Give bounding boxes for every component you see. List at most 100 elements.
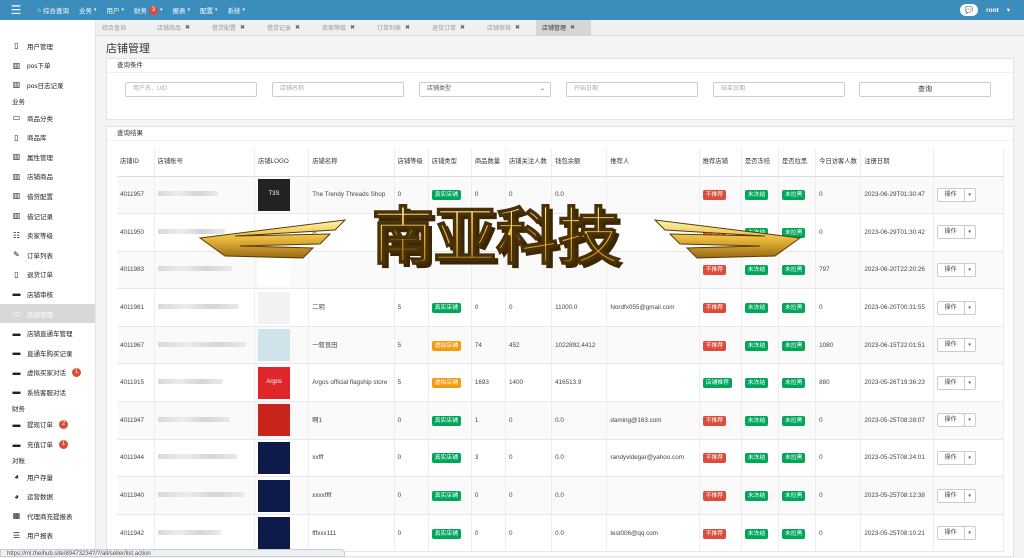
tab-0[interactable]: 综合查询 xyxy=(96,20,151,36)
sidebar-item-0[interactable]: ▯ 用户管理 xyxy=(0,36,95,56)
sidebar-item-21[interactable]: ▬ 充值订单 1 xyxy=(0,434,95,454)
recommend-badge[interactable]: 不推荐 xyxy=(702,265,727,276)
top-menu-item-6[interactable]: 系统 ▾ xyxy=(223,5,251,15)
sidebar-item-26[interactable]: ☰ 用户报表 xyxy=(0,526,95,546)
sidebar-item-17[interactable]: ▬ 虚拟买家对话 1 xyxy=(0,363,95,383)
caret-down-icon[interactable]: ▾ xyxy=(964,375,976,390)
caret-down-icon[interactable]: ▾ xyxy=(964,187,976,202)
search-button[interactable]: 查询 xyxy=(859,82,991,97)
tab-3[interactable]: 借贷记录 ✖ xyxy=(261,20,316,36)
caret-down-icon[interactable]: ▾ xyxy=(964,262,976,277)
recommend-badge[interactable]: 不推荐 xyxy=(702,190,727,201)
caret-down-icon[interactable]: ▾ xyxy=(964,488,976,503)
top-menu-item-4[interactable]: 报表 ▾ xyxy=(167,5,195,15)
recommend-badge[interactable]: 不推荐 xyxy=(702,453,727,464)
operation-button[interactable]: 操作 xyxy=(936,262,965,277)
frozen-badge[interactable]: 未冻结 xyxy=(744,415,769,426)
frozen-badge[interactable]: 未冻结 xyxy=(744,340,769,351)
top-menu-item-3[interactable]: 财务 3 ▾ xyxy=(129,5,168,15)
tab-2[interactable]: 借贷配置 ✖ xyxy=(206,20,261,36)
sidebar-item-5[interactable]: ▯ 商品库 xyxy=(0,127,95,147)
chat-icon[interactable]: 💬 xyxy=(960,4,979,16)
sidebar-item-20[interactable]: ▬ 提现订单 2 xyxy=(0,415,95,435)
close-icon[interactable]: ✖ xyxy=(515,24,520,31)
sidebar-item-9[interactable]: ▥ 借记记录 xyxy=(0,206,95,226)
caret-down-icon[interactable]: ▾ xyxy=(964,450,976,465)
frozen-badge[interactable]: 未冻结 xyxy=(744,227,769,238)
sidebar-item-15[interactable]: ▬ 店铺直通车管理 xyxy=(0,323,95,343)
sidebar-item-23[interactable]: ◕ 用户存量 xyxy=(0,467,95,487)
operation-button[interactable]: 操作 xyxy=(936,338,965,353)
sidebar-item-1[interactable]: ▥ pos下单 xyxy=(0,56,95,76)
top-menu-item-2[interactable]: 用户 ▾ xyxy=(101,5,129,15)
sidebar-item-12[interactable]: ▯ 退货订单 xyxy=(0,265,95,285)
end-date-input[interactable]: 结束日期 xyxy=(713,82,845,97)
frozen-badge[interactable]: 未冻结 xyxy=(744,190,769,201)
operation-button[interactable]: 操作 xyxy=(936,375,965,390)
tab-7[interactable]: 店铺审核 ✖ xyxy=(481,20,536,36)
sidebar-item-4[interactable]: ▭ 商品分类 xyxy=(0,108,95,128)
frozen-badge[interactable]: 未冻结 xyxy=(744,265,769,276)
tab-4[interactable]: 卖家等级 ✖ xyxy=(316,20,371,36)
recommend-badge[interactable]: 不推荐 xyxy=(702,491,727,502)
shop-type-select[interactable]: 店铺类型 ⌄ xyxy=(419,82,551,97)
operation-button[interactable]: 操作 xyxy=(936,187,965,202)
shop-name-input[interactable]: 店铺名称 xyxy=(272,82,404,97)
caret-down-icon[interactable]: ▾ xyxy=(964,300,976,315)
frozen-badge[interactable]: 未冻结 xyxy=(744,303,769,314)
close-icon[interactable]: ✖ xyxy=(185,24,190,31)
operation-button[interactable]: 操作 xyxy=(936,450,965,465)
sidebar-item-18[interactable]: ▬ 系统客服对话 xyxy=(0,382,95,402)
close-icon[interactable]: ✖ xyxy=(240,24,245,31)
sidebar-item-10[interactable]: ☷ 卖家等级 xyxy=(0,225,95,245)
sidebar-item-8[interactable]: ▥ 借贷配置 xyxy=(0,186,95,206)
top-menu-item-0[interactable]: ⌂ 综合查询 xyxy=(32,5,74,16)
close-icon[interactable]: ✖ xyxy=(405,24,410,31)
blacklist-badge[interactable]: 未拉黑 xyxy=(782,340,806,351)
top-menu-item-1[interactable]: 业务 ▾ xyxy=(74,5,102,15)
operation-button[interactable]: 操作 xyxy=(936,413,965,428)
caret-down-icon[interactable]: ▾ xyxy=(964,413,976,428)
operation-button[interactable]: 操作 xyxy=(936,488,965,503)
refresh-icon[interactable]: ↻ xyxy=(1013,3,1020,12)
sidebar-item-13[interactable]: ▬ 店铺审核 xyxy=(0,284,95,304)
user-caret-icon[interactable]: ▾ xyxy=(1007,6,1010,14)
tab-1[interactable]: 店铺商品 ✖ xyxy=(151,20,206,36)
frozen-badge[interactable]: 未冻结 xyxy=(744,491,769,502)
operation-button[interactable]: 操作 xyxy=(936,526,965,541)
blacklist-badge[interactable]: 未拉黑 xyxy=(782,378,806,389)
recommend-badge[interactable]: 不推荐 xyxy=(702,303,727,314)
frozen-badge[interactable]: 未冻结 xyxy=(744,378,769,389)
sidebar-item-16[interactable]: ▬ 直通车购买记录 xyxy=(0,343,95,363)
blacklist-badge[interactable]: 未拉黑 xyxy=(782,227,806,238)
username-input[interactable]: 用户名、UID xyxy=(125,82,257,97)
tab-8[interactable]: 店铺管理 ✖ xyxy=(536,19,591,36)
close-icon[interactable]: ✖ xyxy=(295,24,300,31)
blacklist-badge[interactable]: 未拉黑 xyxy=(782,303,806,314)
recommend-badge[interactable]: 不推荐 xyxy=(702,528,727,539)
close-icon[interactable]: ✖ xyxy=(350,24,355,31)
recommend-badge[interactable]: 不推荐 xyxy=(702,227,727,238)
sidebar-item-14[interactable]: ▭ 店铺管理 xyxy=(0,303,95,324)
tab-5[interactable]: 订单列表 ✖ xyxy=(371,20,426,36)
tab-6[interactable]: 退货订单 ✖ xyxy=(426,20,481,36)
operation-button[interactable]: 操作 xyxy=(936,300,965,315)
recommend-badge[interactable]: 不推荐 xyxy=(702,340,727,351)
sidebar-item-7[interactable]: ▥ 店铺商品 xyxy=(0,167,95,187)
sidebar-item-25[interactable]: ▦ 代理商充提报表 xyxy=(0,506,95,526)
caret-down-icon[interactable]: ▾ xyxy=(964,338,976,353)
blacklist-badge[interactable]: 未拉黑 xyxy=(782,528,806,539)
caret-down-icon[interactable]: ▾ xyxy=(964,526,976,541)
blacklist-badge[interactable]: 未拉黑 xyxy=(782,453,806,464)
sidebar-item-24[interactable]: ◕ 运营数据 xyxy=(0,486,95,506)
menu-toggle-icon[interactable]: ☰ xyxy=(0,0,32,20)
top-menu-item-5[interactable]: 配置 ▾ xyxy=(195,5,223,15)
blacklist-badge[interactable]: 未拉黑 xyxy=(782,491,806,502)
recommend-badge[interactable]: 不推荐 xyxy=(702,415,727,426)
blacklist-badge[interactable]: 未拉黑 xyxy=(782,265,806,276)
sidebar-item-11[interactable]: ✎ 订单列表 xyxy=(0,245,95,265)
frozen-badge[interactable]: 未冻结 xyxy=(744,528,769,539)
start-date-input[interactable]: 开始日期 xyxy=(566,82,698,97)
blacklist-badge[interactable]: 未拉黑 xyxy=(782,190,806,201)
blacklist-badge[interactable]: 未拉黑 xyxy=(782,415,806,426)
